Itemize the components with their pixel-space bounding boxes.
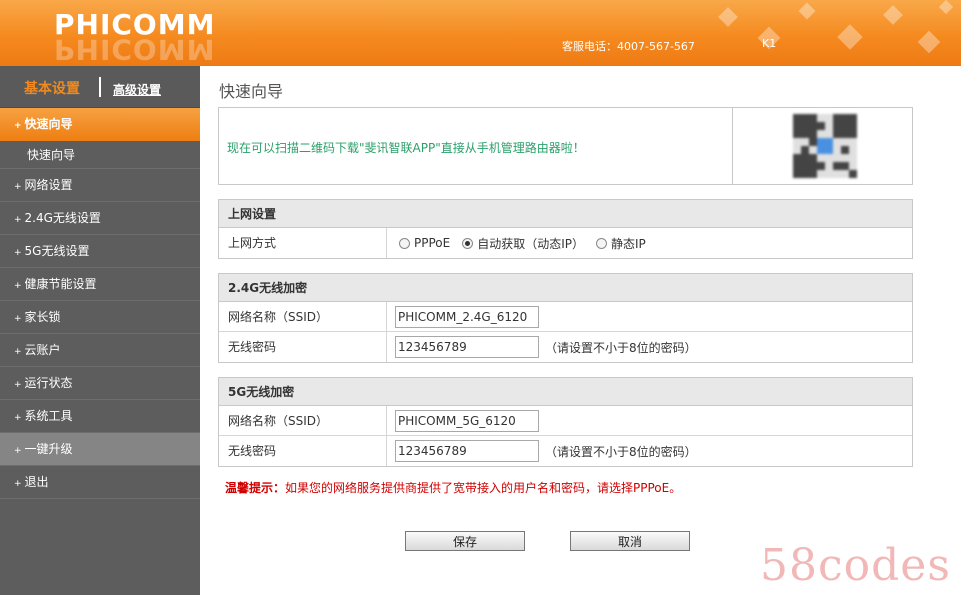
sidebar-item-label: 5G无线设置: [24, 244, 90, 258]
site-watermark: 58codes: [760, 540, 951, 591]
tip-text: 如果您的网络服务提供商提供了宽带接入的用户名和密码，请选择PPPoE。: [285, 481, 682, 495]
section-title: 5G无线加密: [219, 378, 912, 406]
sidebar-mode-switch: 基本设置 高级设置: [0, 66, 200, 108]
sidebar-item-label: 一键升级: [24, 442, 73, 456]
sidebar-item-cloud-account[interactable]: + 云账户: [0, 334, 200, 367]
radio-label: PPPoE: [414, 236, 451, 250]
sidebar-item-label: 快速向导: [27, 148, 76, 162]
sidebar-item-quick-wizard[interactable]: + 快速向导: [0, 108, 200, 141]
cancel-button[interactable]: 取消: [570, 531, 690, 551]
bullet-icon: +: [14, 413, 22, 423]
sidebar-item-label: 家长锁: [24, 310, 61, 324]
sidebar-item-logout[interactable]: + 退出: [0, 466, 200, 499]
bullet-icon: +: [14, 248, 22, 258]
password-24g-row: 无线密码 （请设置不小于8位的密码）: [219, 332, 912, 362]
password-24g-input[interactable]: [395, 336, 539, 358]
section-title: 上网设置: [219, 200, 912, 228]
warm-tip: 温馨提示：如果您的网络服务提供商提供了宽带接入的用户名和密码，请选择PPPoE。: [225, 479, 681, 496]
ssid-24g-row: 网络名称（SSID）: [219, 302, 912, 332]
password-5g-row: 无线密码 （请设置不小于8位的密码）: [219, 436, 912, 466]
password-hint: （请设置不小于8位的密码）: [545, 444, 697, 459]
header-bar: PHICOMM PHICOMM 客服电话：4007-567-567 K1: [0, 0, 961, 66]
sidebar-item-label: 健康节能设置: [24, 277, 97, 291]
router-model: K1: [762, 37, 777, 50]
ssid-5g-row: 网络名称（SSID）: [219, 406, 912, 436]
sidebar-item-power-saving[interactable]: + 健康节能设置: [0, 268, 200, 301]
bullet-icon: +: [14, 380, 22, 390]
ssid-24g-input[interactable]: [395, 305, 539, 328]
radio-label: 自动获取（动态IP）: [477, 236, 584, 251]
sidebar: 基本设置 高级设置 + 快速向导 快速向导 + 网络设置 +2.4G无线设置 +5G…: [0, 66, 200, 595]
basic-settings-tab[interactable]: 基本设置: [24, 78, 80, 98]
radio-icon: [596, 237, 607, 249]
sidebar-item-label: 网络设置: [24, 178, 73, 192]
field-label: 上网方式: [219, 228, 387, 258]
sidebar-item-label: 运行状态: [24, 376, 73, 390]
radio-label: 静态IP: [611, 236, 646, 251]
radio-pppoe[interactable]: PPPoE: [399, 236, 450, 250]
radio-static-ip[interactable]: 静态IP: [596, 235, 646, 252]
sidebar-item-one-click-upgrade[interactable]: + 一键升级: [0, 433, 200, 466]
main-content: 快速向导 现在可以扫描二维码下载"斐讯智联APP"直接从手机管理路由器啦！ 上网…: [200, 66, 961, 595]
sidebar-item-system-tools[interactable]: + 系统工具: [0, 400, 200, 433]
header-pattern-decoration: [718, 0, 954, 54]
radio-icon: [399, 237, 410, 249]
sidebar-item-status[interactable]: + 运行状态: [0, 367, 200, 400]
bullet-icon: +: [14, 446, 22, 456]
phicomm-logo-reflection: PHICOMM: [54, 36, 216, 62]
bullet-icon: +: [14, 479, 22, 489]
app-download-banner: 现在可以扫描二维码下载"斐讯智联APP"直接从手机管理路由器啦！: [218, 107, 913, 185]
wifi-5g-section: 5G无线加密 网络名称（SSID） 无线密码 （请设置不小于8位的密码）: [218, 377, 913, 467]
bullet-icon: +: [14, 281, 22, 291]
field-label: 无线密码: [219, 436, 387, 466]
bullet-icon: +: [14, 121, 22, 131]
sidebar-item-label: 快速向导: [24, 117, 73, 131]
password-hint: （请设置不小于8位的密码）: [545, 340, 697, 355]
qr-code-icon: [793, 114, 857, 178]
qr-code-panel: [732, 108, 913, 184]
ssid-5g-input[interactable]: [395, 409, 539, 432]
sidebar-item-label: 系统工具: [24, 409, 73, 423]
bullet-icon: +: [14, 215, 22, 225]
tab-separator: [99, 77, 101, 97]
field-label: 网络名称（SSID）: [219, 406, 387, 435]
internet-mode-row: 上网方式 PPPoE 自动获取（动态IP） 静态IP: [219, 228, 912, 258]
radio-selected-icon: [462, 237, 474, 249]
sidebar-item-parental-lock[interactable]: + 家长锁: [0, 301, 200, 334]
sidebar-item-wifi-24g[interactable]: +2.4G无线设置: [0, 202, 200, 235]
sidebar-item-network[interactable]: + 网络设置: [0, 169, 200, 202]
save-button[interactable]: 保存: [405, 531, 525, 551]
sidebar-subitem-quick-wizard[interactable]: 快速向导: [0, 141, 200, 169]
sidebar-item-label: 退出: [24, 475, 49, 489]
internet-mode-options: PPPoE 自动获取（动态IP） 静态IP: [387, 228, 912, 258]
bullet-icon: +: [14, 314, 22, 324]
sidebar-item-label: 2.4G无线设置: [24, 211, 101, 225]
page-title: 快速向导: [219, 82, 284, 101]
sidebar-item-label: 云账户: [24, 343, 61, 357]
field-label: 网络名称（SSID）: [219, 302, 387, 331]
bullet-icon: +: [14, 182, 22, 192]
wifi-24g-section: 2.4G无线加密 网络名称（SSID） 无线密码 （请设置不小于8位的密码）: [218, 273, 913, 363]
tip-title: 温馨提示：: [225, 481, 286, 495]
advanced-settings-tab[interactable]: 高级设置: [113, 81, 161, 98]
field-label: 无线密码: [219, 332, 387, 362]
banner-text: 现在可以扫描二维码下载"斐讯智联APP"直接从手机管理路由器啦！: [227, 141, 585, 155]
section-title: 2.4G无线加密: [219, 274, 912, 302]
sidebar-item-wifi-5g[interactable]: +5G无线设置: [0, 235, 200, 268]
password-5g-input[interactable]: [395, 440, 539, 462]
internet-settings-section: 上网设置 上网方式 PPPoE 自动获取（动态IP） 静态IP: [218, 199, 913, 259]
bullet-icon: +: [14, 347, 22, 357]
customer-hotline: 客服电话：4007-567-567: [562, 40, 695, 53]
radio-dhcp[interactable]: 自动获取（动态IP）: [462, 235, 584, 252]
